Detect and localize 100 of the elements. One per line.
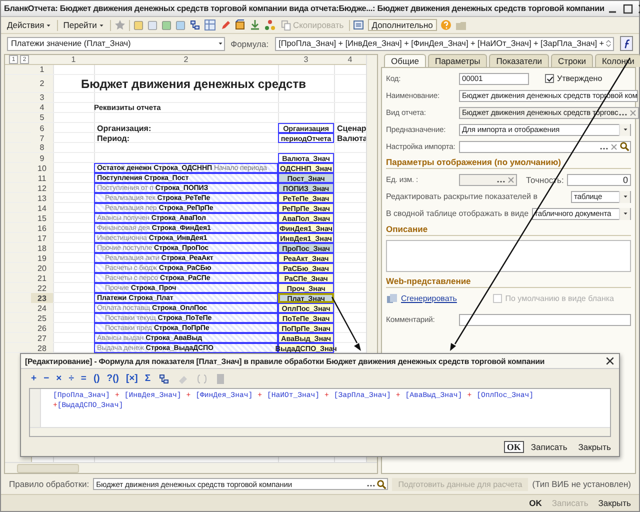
- dialog-button[interactable]: OK: [525, 497, 546, 509]
- row-number: 27: [31, 333, 53, 343]
- operator-button[interactable]: ×: [56, 373, 62, 384]
- dialog-button[interactable]: Записать: [526, 440, 572, 452]
- input-field[interactable]: [459, 140, 631, 152]
- row-number: 17: [31, 233, 53, 243]
- column-header: 3: [304, 55, 308, 64]
- box-icon[interactable]: [234, 19, 246, 31]
- formula-button[interactable]: [620, 36, 633, 51]
- tab[interactable]: Параметры: [428, 54, 488, 67]
- field-label: В сводной таблице отображать в виде: [386, 209, 529, 218]
- field-label: Редактировать раскрытие показателей в: [386, 192, 538, 201]
- dropdown-button[interactable]: [619, 190, 630, 202]
- row-number: 14: [31, 203, 53, 213]
- row-number: 19: [31, 253, 53, 263]
- more-button[interactable]: Дополнительно: [368, 19, 437, 31]
- caret-icon: [622, 193, 628, 200]
- caret-icon: [622, 126, 628, 133]
- generate-link[interactable]: Сгенерировать: [401, 294, 457, 303]
- operator-button[interactable]: ÷: [68, 373, 74, 384]
- input-field[interactable]: [459, 174, 517, 186]
- row-number: 15: [31, 213, 53, 223]
- operator-button[interactable]: ?(): [106, 373, 119, 384]
- parameter-label: Период:: [96, 134, 130, 142]
- formula-field[interactable]: [ПроПла_Знач] + [ИнвДея_Знач] + [ФинДея_Знач] + [НаИОт_Знач] + [ЗарПла_Знач] +: [274, 36, 614, 50]
- input-field[interactable]: 0: [566, 174, 631, 186]
- tab[interactable]: Общие: [384, 54, 426, 67]
- row-number: 3: [31, 93, 53, 102]
- row-number: 18: [31, 243, 53, 253]
- row-number: 21: [31, 273, 53, 283]
- parameter-label: Организация:: [96, 124, 152, 132]
- section-heading: Web-представление: [386, 276, 631, 288]
- help-icon[interactable]: [440, 19, 452, 31]
- operator-button[interactable]: =: [80, 373, 86, 384]
- field-label: Правило обработки:: [9, 479, 90, 489]
- row-number: 13: [31, 193, 53, 203]
- caret-icon: [45, 22, 52, 28]
- spin-icon: [604, 38, 614, 49]
- formula-label: Формула:: [230, 38, 269, 48]
- operator-button[interactable]: [×]: [126, 373, 138, 384]
- row-number: 9: [31, 153, 53, 163]
- window-title: БланкОтчета: Бюджет движения денежных средств торговой компании вида отчета:Бюдже...: Бюджет движения денежных средств торговой компании: [4, 4, 604, 13]
- column-header: 1: [71, 55, 76, 64]
- operator-button[interactable]: (): [93, 373, 100, 384]
- row-number: 26: [31, 323, 53, 333]
- row-number: 2: [31, 75, 53, 92]
- row-number: 1: [31, 65, 53, 74]
- row-number: 8: [31, 143, 53, 152]
- row-number: 6: [31, 123, 53, 133]
- row-number: 28: [31, 343, 53, 353]
- dropdown-button[interactable]: [619, 124, 630, 136]
- row-number: 23: [31, 293, 53, 303]
- caret-icon: [216, 40, 224, 47]
- scrollbar[interactable]: [30, 427, 610, 436]
- download-icon[interactable]: [248, 19, 261, 31]
- maximize-icon[interactable]: [622, 2, 634, 14]
- check-icon: [546, 74, 554, 82]
- scrollbar-thumb[interactable]: [17, 464, 79, 472]
- row-number: 4: [31, 103, 53, 112]
- menu-button[interactable]: Перейти: [61, 19, 107, 31]
- dropdown-button[interactable]: [619, 208, 630, 220]
- checkbox-label: Утверждено: [557, 74, 602, 83]
- row-number: 11: [31, 173, 53, 183]
- tree-icon[interactable]: [158, 372, 170, 384]
- operator-button[interactable]: −: [44, 373, 50, 384]
- search-icon[interactable]: [619, 141, 630, 152]
- star-icon[interactable]: [114, 19, 126, 31]
- row-number: 7: [31, 133, 53, 143]
- dialog-button[interactable]: Закрыть: [574, 440, 615, 452]
- tree-icon[interactable]: [188, 19, 201, 31]
- scrollbar[interactable]: [5, 462, 377, 473]
- column-header: 4: [348, 55, 352, 64]
- dialog-button[interactable]: Закрыть: [594, 497, 635, 509]
- section-heading: Описание: [386, 224, 631, 236]
- pages-icon: [386, 292, 398, 304]
- row-number: 22: [31, 283, 53, 293]
- row-number: 24: [31, 303, 53, 313]
- tab[interactable]: Строки: [551, 54, 593, 67]
- dialog-button[interactable]: OK: [504, 440, 524, 452]
- row-number: 25: [31, 313, 53, 323]
- parameter-label: Сценар: [336, 124, 366, 132]
- row-number: 20: [31, 263, 53, 273]
- row-number: 12: [31, 183, 53, 193]
- operator-button[interactable]: +: [31, 373, 37, 384]
- caret-icon: [98, 22, 105, 28]
- report-icon[interactable]: [352, 19, 365, 31]
- row-number: 10: [31, 163, 53, 173]
- report-title: Бюджет движения денежных средств: [81, 76, 306, 92]
- caret-icon: [622, 210, 628, 217]
- close-icon[interactable]: [605, 356, 615, 366]
- search-icon[interactable]: [376, 478, 388, 490]
- checkbox[interactable]: [545, 74, 554, 83]
- operator-button[interactable]: Σ: [144, 373, 151, 384]
- menu-button[interactable]: Действия: [5, 19, 54, 31]
- tab[interactable]: Показатели: [489, 54, 550, 67]
- indicator-dropdown[interactable]: Платежи значение (Плат_Знач): [7, 36, 225, 50]
- grid-icon[interactable]: [204, 19, 216, 31]
- input-field[interactable]: [459, 314, 631, 326]
- description-field[interactable]: [386, 240, 631, 272]
- row-number: 5: [31, 113, 53, 122]
